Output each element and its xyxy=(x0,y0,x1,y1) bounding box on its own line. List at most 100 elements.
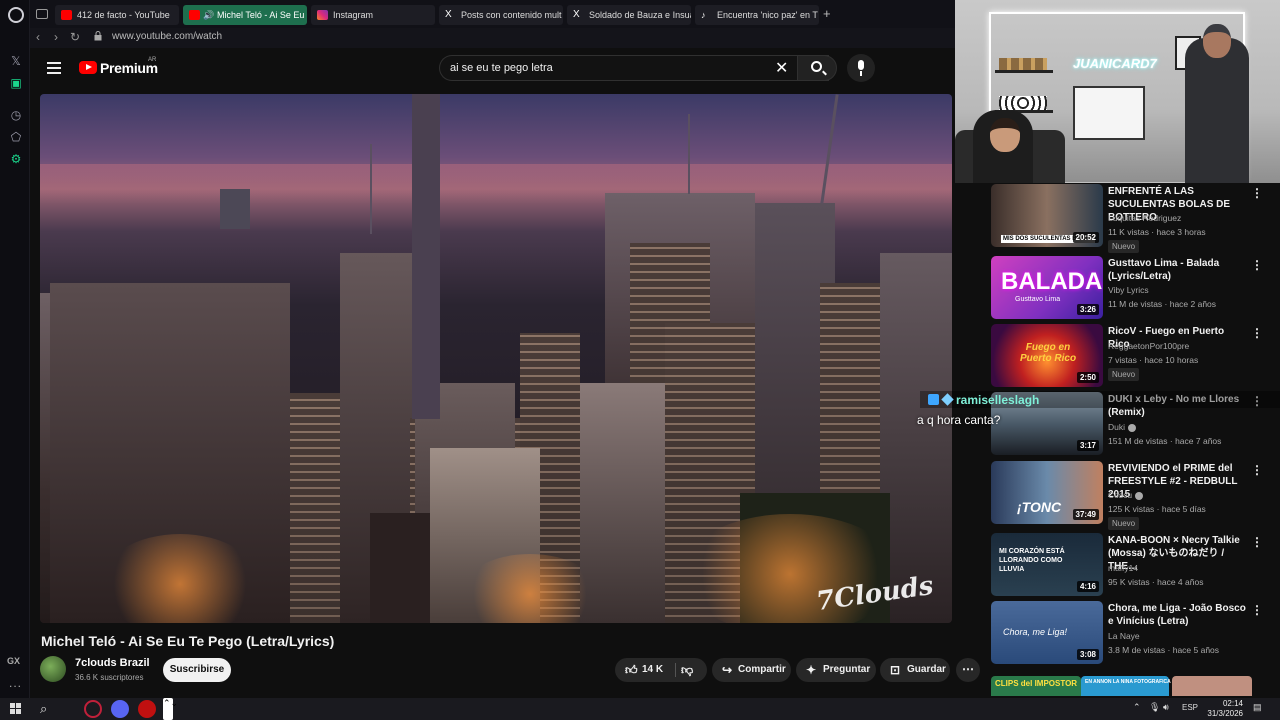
tab-label: Michel Teló - Ai Se Eu xyxy=(217,10,305,20)
more-vert-icon[interactable]: ⋮ xyxy=(1251,326,1263,340)
dislike-icon[interactable]: 👎︎ xyxy=(681,658,693,682)
video-thumbnail[interactable]: BALADA Gusttavo Lima 3:26 xyxy=(991,256,1103,319)
taskbar-search-icon[interactable]: ⌕ xyxy=(40,701,47,717)
subscribe-button[interactable]: Suscribirse xyxy=(163,658,231,682)
forward-icon[interactable]: › xyxy=(54,30,58,44)
tab-tiktok[interactable]: ♪ Encuentra 'nico paz' en T xyxy=(695,5,819,25)
opera-gx-logo-icon[interactable] xyxy=(8,7,24,23)
more-vert-icon[interactable]: ⋮ xyxy=(1251,186,1263,200)
partial-thumbnail[interactable]: CLIPS del IMPOSTOR xyxy=(991,676,1081,696)
like-count[interactable]: 14 K xyxy=(642,658,663,682)
tab-x-soldado[interactable]: X Soldado de Bauza e Insua xyxy=(567,5,691,25)
system-clock[interactable]: 02:14 31/3/2026 xyxy=(1197,699,1243,719)
reload-icon[interactable]: ↻ xyxy=(70,30,80,44)
partial-thumbnail[interactable]: EN ANNON LA NINA FOTOGRAFICA xyxy=(1081,676,1171,696)
youtube-logo-icon[interactable] xyxy=(79,61,97,74)
video-player[interactable]: 7Clouds xyxy=(40,94,952,623)
windows-start-icon[interactable] xyxy=(10,703,22,715)
more-vert-icon[interactable]: ⋮ xyxy=(1251,535,1263,549)
input-language[interactable]: ESP xyxy=(1182,703,1198,712)
clear-search-icon[interactable]: ✕ xyxy=(775,58,788,78)
history-icon[interactable]: ◷ xyxy=(7,106,25,124)
recommendation-item[interactable]: ¡TONC 37:49 REVIVIENDO el PRIME del FREE… xyxy=(991,461,1271,530)
ask-button[interactable]: ✦ Preguntar xyxy=(796,658,876,682)
view-meta: 151 M de vistas · hace 7 años xyxy=(1108,436,1222,446)
channel-name[interactable]: Luquitas Rodriguez xyxy=(1108,213,1181,223)
recommendation-item[interactable]: BALADA Gusttavo Lima 3:26 Gusttavo Lima … xyxy=(991,256,1271,320)
voice-search-icon[interactable] xyxy=(847,54,875,82)
tab-instagram[interactable]: Instagram xyxy=(311,5,435,25)
recommendation-title[interactable]: Gusttavo Lima - Balada (Lyrics/Letra) xyxy=(1108,257,1248,283)
partial-thumbnail[interactable] xyxy=(1172,676,1252,696)
tab-bar: 412 de facto - YouTube 🔊 Michel Teló - A… xyxy=(30,0,955,28)
recommendation-item[interactable]: Chora, me Liga! 3:08 Chora, me Liga - Jo… xyxy=(991,601,1271,665)
notifications-icon[interactable]: ▤ xyxy=(1253,702,1262,713)
extensions-icon[interactable]: ⬠ xyxy=(7,128,25,146)
youtube-header: Premium AR ai se eu te pego letra ✕ xyxy=(30,48,955,92)
channel-name[interactable]: La Naye xyxy=(1108,631,1140,641)
tab-sidebar-icon[interactable] xyxy=(36,9,48,19)
save-button[interactable]: ⊡ Guardar xyxy=(880,658,950,682)
discord-taskbar-icon[interactable] xyxy=(111,700,129,718)
verified-icon xyxy=(1135,491,1144,500)
channel-name[interactable]: 7clouds Brazil xyxy=(75,657,150,669)
more-vert-icon[interactable]: ⋮ xyxy=(1251,258,1263,272)
more-vert-icon[interactable]: ⋮ xyxy=(1251,603,1263,617)
like-dislike-group: 👍︎ 14 K 👎︎ xyxy=(615,658,707,682)
lock-icon xyxy=(94,31,102,41)
youtube-icon xyxy=(61,10,72,20)
sidebar-more-icon[interactable]: ... xyxy=(9,676,22,690)
opera-gx-taskbar-icon[interactable] xyxy=(84,700,102,718)
ask-label: Preguntar xyxy=(823,664,871,675)
channel-name[interactable]: ReggaetonPor100pre xyxy=(1108,341,1189,351)
search-button[interactable] xyxy=(797,55,837,81)
recommendation-item[interactable]: MIS DOS SUCULENTAS BOLAS 20:52 ENFRENTÉ … xyxy=(991,184,1271,253)
whiteboard xyxy=(1073,86,1145,140)
search-input[interactable]: ai se eu te pego letra ✕ xyxy=(439,55,829,81)
taskbar-overflow-icon[interactable]: ⌃⌄ xyxy=(163,698,178,720)
recommendation-item[interactable]: Fuego en Puerto Rico 2:50 RicoV - Fuego … xyxy=(991,324,1271,388)
duration: 3:26 xyxy=(1076,304,1099,315)
duration: 37:49 xyxy=(1072,509,1099,520)
settings-icon[interactable]: ⚙ xyxy=(7,150,25,168)
video-thumbnail[interactable]: Chora, me Liga! 3:08 xyxy=(991,601,1103,664)
gx-control-label[interactable]: GX xyxy=(7,656,20,666)
app-taskbar-icon[interactable] xyxy=(138,700,156,718)
tab-michel-telo[interactable]: 🔊 Michel Teló - Ai Se Eu xyxy=(183,5,307,25)
microphone-icon[interactable]: 🎙︎ xyxy=(1149,702,1160,713)
menu-icon[interactable] xyxy=(47,62,61,74)
like-icon[interactable]: 👍︎ xyxy=(625,658,638,682)
view-meta: 11 K vistas · hace 3 horas xyxy=(1108,227,1206,237)
channel-name[interactable]: Coscu xyxy=(1108,490,1144,500)
duration: 2:50 xyxy=(1076,372,1099,383)
duration: 4:16 xyxy=(1076,581,1099,592)
search-icon xyxy=(811,61,822,72)
tray-chevron-icon[interactable]: ⌃ xyxy=(1133,702,1141,713)
chat-text: a q hora canta? xyxy=(917,413,1001,427)
tab-youtube-412[interactable]: 412 de facto - YouTube xyxy=(55,5,179,25)
view-meta: 7 vistas · hace 10 horas xyxy=(1108,355,1199,365)
speaker-icon[interactable]: 🔊︎ xyxy=(1163,702,1169,713)
channel-name[interactable]: Viby Lyrics xyxy=(1108,285,1149,295)
new-tab-button[interactable]: + xyxy=(823,6,831,21)
duration: 3:08 xyxy=(1076,649,1099,660)
more-actions-button[interactable]: ⋯ xyxy=(956,658,980,682)
view-meta: 3.8 M de vistas · hace 5 años xyxy=(1108,645,1220,655)
video-thumbnail[interactable]: MIS DOS SUCULENTAS BOLAS 20:52 xyxy=(991,184,1103,247)
back-icon[interactable]: ‹ xyxy=(36,30,40,44)
share-button[interactable]: ↪ Compartir xyxy=(712,658,791,682)
video-thumbnail[interactable]: ¡TONC 37:49 xyxy=(991,461,1103,524)
recommendation-item[interactable]: MI CORAZÓN ESTÁ LLORANDO COMO LLUVIA 4:1… xyxy=(991,533,1271,597)
tab-x-posts[interactable]: X Posts con contenido mult xyxy=(439,5,563,25)
channel-name[interactable]: Duki xyxy=(1108,422,1137,432)
messenger-icon[interactable]: ▣ xyxy=(7,74,25,92)
x-icon[interactable]: 𝕏 xyxy=(7,52,25,70)
more-vert-icon[interactable]: ⋮ xyxy=(1251,463,1263,477)
channel-name[interactable]: maffy14 xyxy=(1108,563,1138,573)
video-thumbnail[interactable]: MI CORAZÓN ESTÁ LLORANDO COMO LLUVIA 4:1… xyxy=(991,533,1103,596)
recommendation-title[interactable]: Chora, me Liga - João Bosco e Vinícius (… xyxy=(1108,602,1248,628)
url-field[interactable]: www.youtube.com/watch xyxy=(112,31,222,42)
youtube-icon xyxy=(189,10,200,20)
video-thumbnail[interactable]: Fuego en Puerto Rico 2:50 xyxy=(991,324,1103,387)
channel-avatar[interactable] xyxy=(40,656,66,682)
